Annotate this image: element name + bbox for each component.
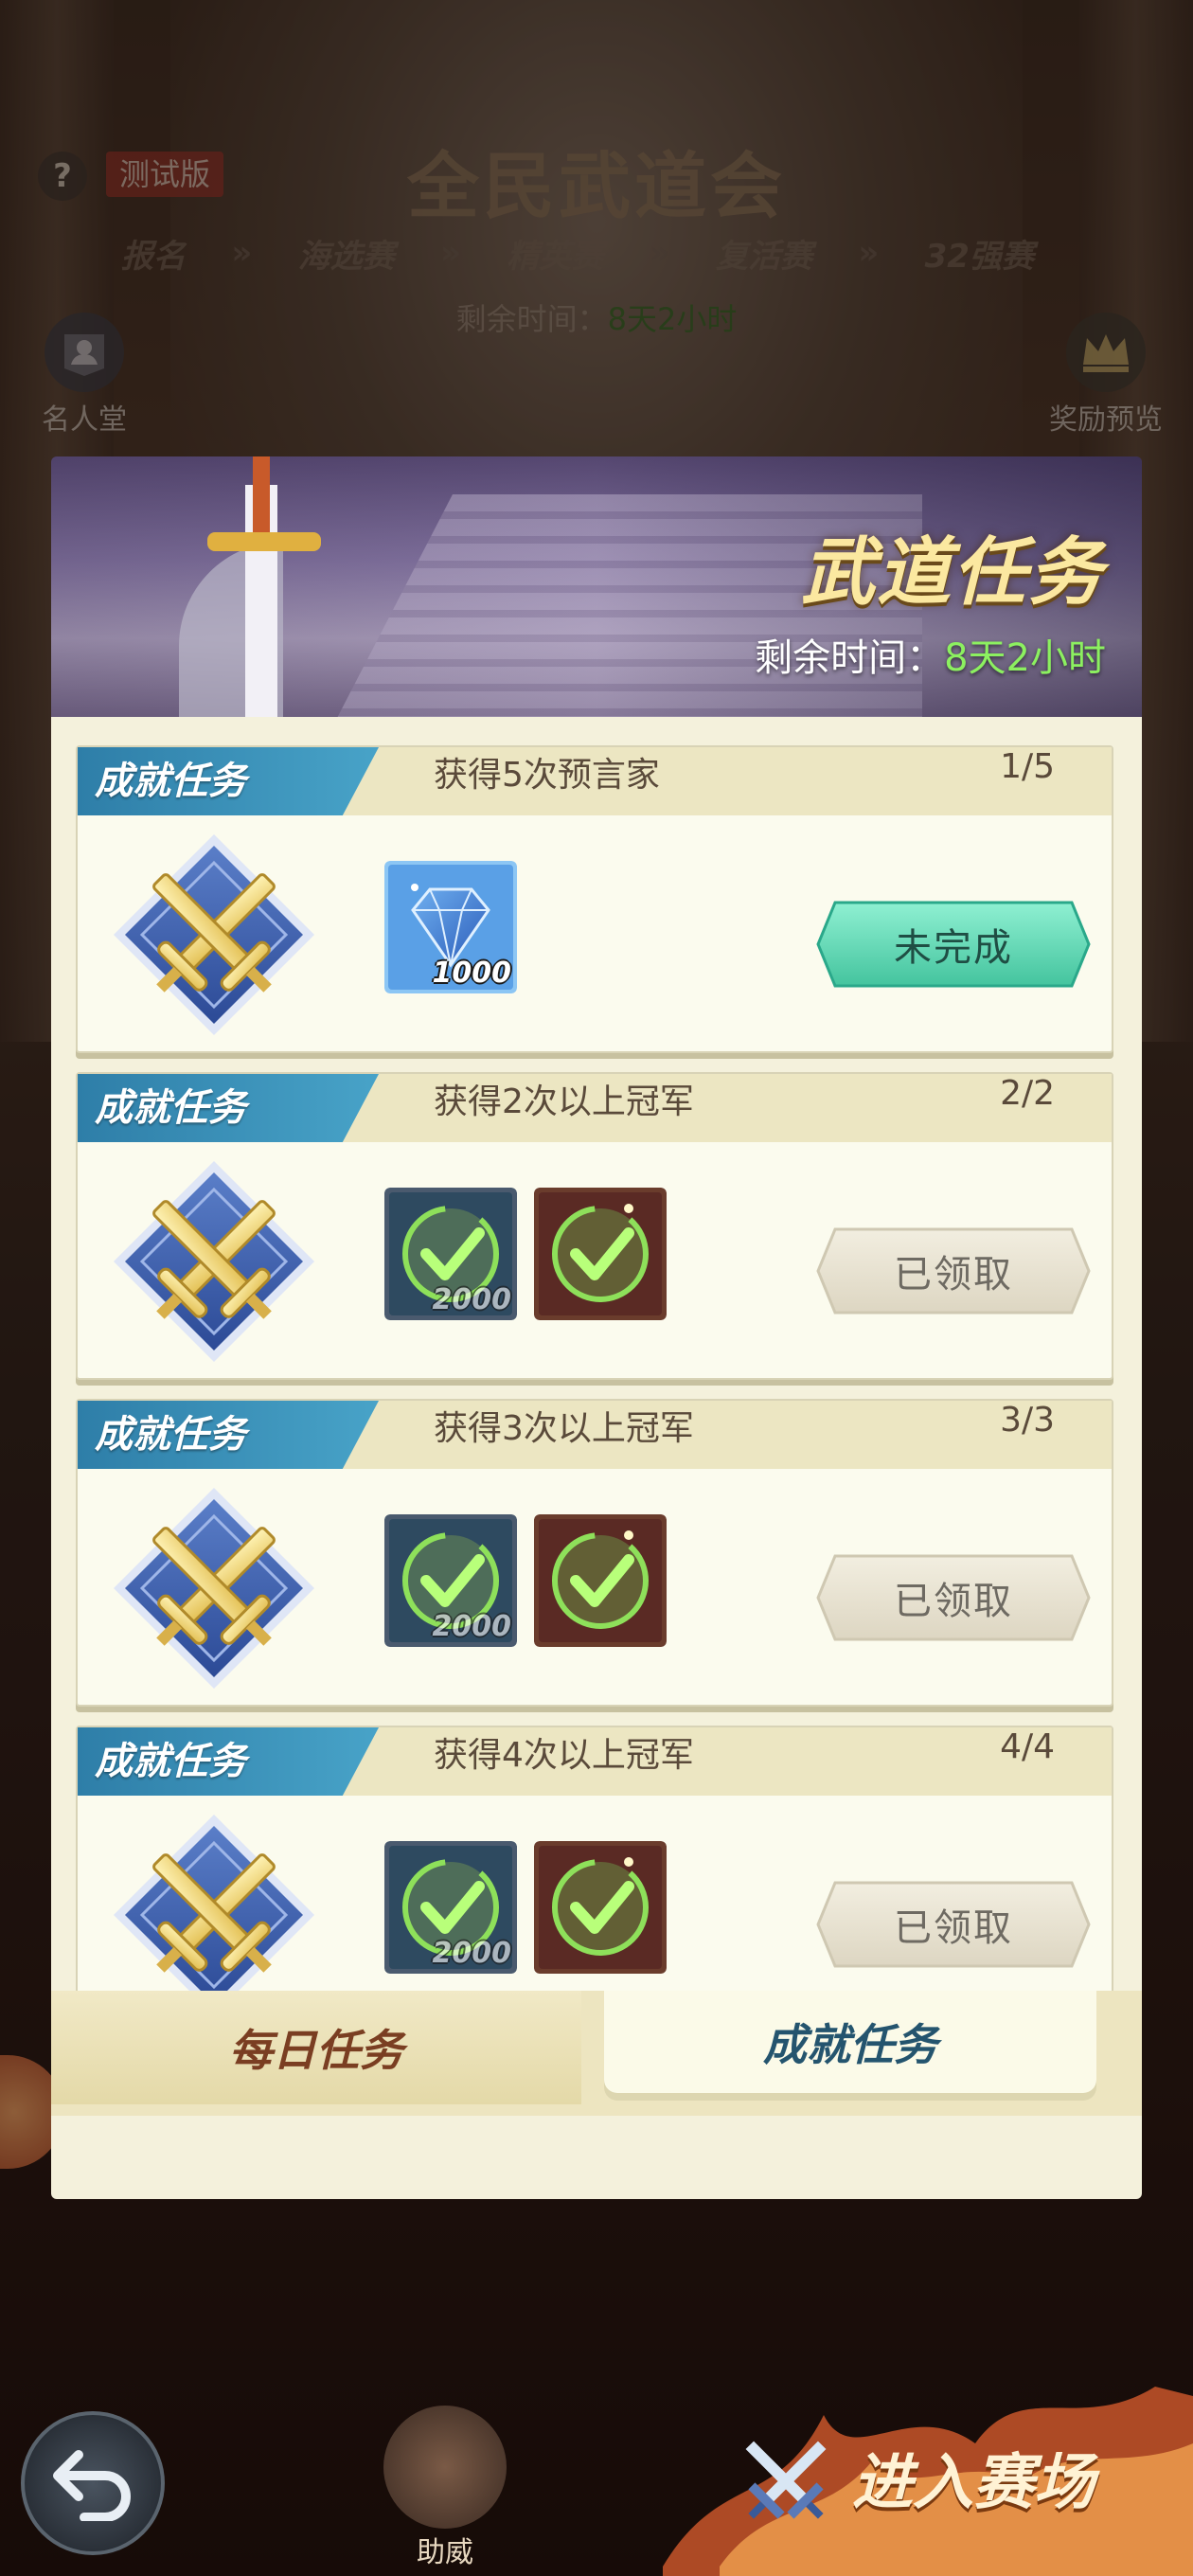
crossed-swords-icon xyxy=(110,831,318,1039)
crossed-swords-icon xyxy=(110,1157,318,1366)
reward-quantity: 1000 xyxy=(432,957,512,990)
tab-daily-tasks[interactable]: 每日任务 xyxy=(51,1991,581,2104)
task-status-label: 已领取 xyxy=(894,1906,1013,1950)
back-button[interactable] xyxy=(21,2411,165,2555)
modal-remaining-time: 剩余时间：8天2小时 xyxy=(755,627,1106,682)
crossed-swords-icon xyxy=(110,1811,318,2019)
enter-arena-label: 进入赛场 xyxy=(852,2447,1095,2518)
cheer-icon xyxy=(383,2406,507,2529)
reward-item[interactable] xyxy=(534,1188,667,1320)
task-card: 成就任务 获得4次以上冠军 4/4 2000 已领取 xyxy=(76,1726,1113,2033)
task-tab-bar: 每日任务 成就任务 xyxy=(51,1991,1142,2116)
task-type-label: 成就任务 xyxy=(78,1074,379,1142)
claimed-check-icon xyxy=(534,1514,667,1647)
task-progress: 4/4 xyxy=(1000,1727,1055,1766)
task-status-label: 未完成 xyxy=(894,926,1013,970)
modal-time-value: 8天2小时 xyxy=(944,636,1106,680)
reward-item[interactable] xyxy=(534,1841,667,1974)
task-card: 成就任务 获得2次以上冠军 2/2 2000 已领取 xyxy=(76,1072,1113,1380)
task-description: 获得4次以上冠军 xyxy=(434,1736,694,1775)
claimed-check-icon xyxy=(534,1841,667,1974)
cheer-label: 助威 xyxy=(417,2536,473,2569)
reward-quantity: 2000 xyxy=(432,1610,512,1643)
task-list: 成就任务 获得5次预言家 1/5 1000 未完成 成就任务 获得2次以上冠军 … xyxy=(51,717,1142,2199)
reward-item[interactable]: 2000 xyxy=(384,1514,517,1647)
task-progress: 1/5 xyxy=(1000,747,1055,786)
reward-item[interactable]: 2000 xyxy=(384,1188,517,1320)
task-progress: 3/3 xyxy=(1000,1401,1055,1440)
task-card: 成就任务 获得5次预言家 1/5 1000 未完成 xyxy=(76,745,1113,1053)
back-arrow-icon xyxy=(53,2450,131,2521)
reward-quantity: 2000 xyxy=(432,1283,512,1316)
reward-item[interactable]: 2000 xyxy=(384,1841,517,1974)
task-status-button[interactable]: 已领取 xyxy=(816,1554,1091,1641)
reward-item[interactable] xyxy=(534,1514,667,1647)
modal-title: 武道任务 xyxy=(800,529,1104,616)
task-description: 获得3次以上冠军 xyxy=(434,1409,694,1448)
martial-tasks-modal: 武道任务 剩余时间：8天2小时 成就任务 获得5次预言家 1/5 1000 未完… xyxy=(51,456,1142,2199)
task-type-label: 成就任务 xyxy=(78,1401,379,1469)
task-status-label: 已领取 xyxy=(894,1253,1013,1297)
reward-item[interactable]: 1000 xyxy=(384,861,517,993)
task-description: 获得5次预言家 xyxy=(434,756,660,795)
reward-quantity: 2000 xyxy=(432,1937,512,1970)
crossed-swords-icon xyxy=(110,1484,318,1692)
modal-time-label: 剩余时间： xyxy=(755,636,945,680)
enter-arena-button[interactable]: 进入赛场 xyxy=(663,2358,1193,2576)
task-description: 获得2次以上冠军 xyxy=(434,1082,694,1121)
task-status-button[interactable]: 未完成 xyxy=(816,901,1091,988)
task-status-button[interactable]: 已领取 xyxy=(816,1227,1091,1315)
sword-icon xyxy=(179,456,321,717)
task-type-label: 成就任务 xyxy=(78,1727,379,1796)
task-status-button[interactable]: 已领取 xyxy=(816,1881,1091,1968)
task-progress: 2/2 xyxy=(1000,1074,1055,1113)
task-type-label: 成就任务 xyxy=(78,747,379,815)
task-card: 成就任务 获得3次以上冠军 3/3 2000 已领取 xyxy=(76,1399,1113,1707)
modal-banner: 武道任务 剩余时间：8天2小时 xyxy=(51,456,1142,717)
crossed-swords-icon xyxy=(745,2441,827,2519)
task-status-label: 已领取 xyxy=(894,1580,1013,1623)
cheer-button[interactable]: 助威 xyxy=(379,2406,511,2570)
tab-achievement-tasks[interactable]: 成就任务 xyxy=(604,1991,1096,2093)
claimed-check-icon xyxy=(534,1188,667,1320)
